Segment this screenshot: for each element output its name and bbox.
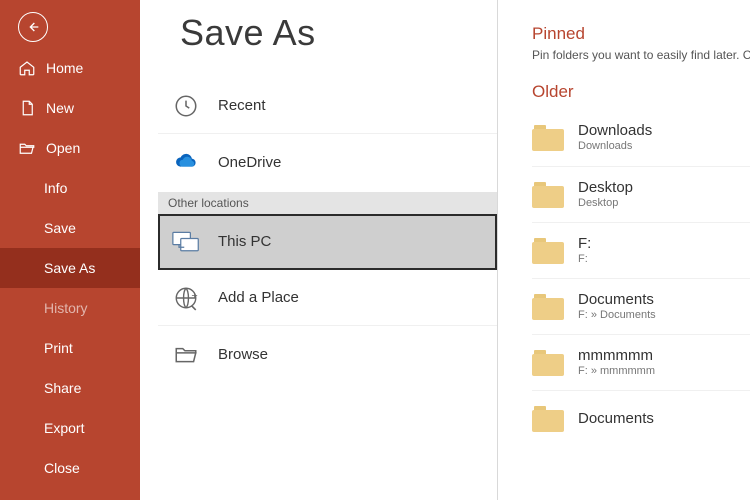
globe-icon: + [172, 284, 200, 312]
sidebar-item-close[interactable]: Close [0, 448, 140, 488]
folder-row[interactable]: mmmmmmF: » mmmmmm [532, 334, 750, 390]
folder-pane: Pinned Pin folders you want to easily fi… [498, 0, 750, 500]
folder-row[interactable]: DesktopDesktop [532, 166, 750, 222]
folder-row[interactable]: DownloadsDownloads [532, 110, 750, 166]
clock-icon [172, 92, 200, 120]
location-label: Browse [218, 346, 268, 363]
other-locations-label: Other locations [158, 192, 497, 214]
folder-row[interactable]: F:F: [532, 222, 750, 278]
location-recent[interactable]: Recent [158, 78, 497, 134]
sidebar-item-label: New [46, 100, 74, 116]
folder-name: Documents [578, 291, 656, 309]
location-addplace[interactable]: + Add a Place [158, 270, 497, 326]
this-pc-icon [172, 228, 200, 256]
folder-path: Desktop [578, 197, 633, 210]
sidebar-item-label: Save [44, 220, 76, 236]
page-title: Save As [140, 0, 497, 78]
folder-row[interactable]: DocumentsF: » Documents [532, 278, 750, 334]
location-label: Recent [218, 97, 266, 114]
folder-path: F: » Documents [578, 309, 656, 322]
location-label: OneDrive [218, 154, 281, 171]
document-icon [18, 99, 36, 117]
sidebar-item-home[interactable]: Home [0, 48, 140, 88]
arrow-left-icon [24, 18, 42, 36]
pinned-heading: Pinned [532, 24, 750, 44]
folder-icon [532, 406, 564, 432]
onedrive-icon [172, 148, 200, 176]
location-thispc[interactable]: This PC [158, 214, 497, 270]
browse-icon [172, 340, 200, 368]
sidebar-item-history[interactable]: History [0, 288, 140, 328]
svg-text:+: + [191, 290, 197, 302]
folder-name: Desktop [578, 179, 633, 197]
sidebar-item-label: Export [44, 420, 84, 436]
folder-icon [532, 125, 564, 151]
sidebar-item-label: Close [44, 460, 80, 476]
sidebar-item-open[interactable]: Open [0, 128, 140, 168]
sidebar-item-saveas[interactable]: Save As [0, 248, 140, 288]
folder-open-icon [18, 139, 36, 157]
folder-name: Documents [578, 410, 654, 428]
folder-name: Downloads [578, 122, 652, 140]
home-icon [18, 59, 36, 77]
folder-name: F: [578, 235, 591, 253]
location-label: Add a Place [218, 289, 299, 306]
backstage-sidebar: Home New Open Info Save Save As History Print Sh… [0, 0, 140, 500]
location-browse[interactable]: Browse [158, 326, 497, 382]
sidebar-item-label: Info [44, 180, 67, 196]
location-label: This PC [218, 233, 271, 250]
back-button[interactable] [18, 12, 48, 42]
folder-icon [532, 350, 564, 376]
folder-icon [532, 294, 564, 320]
pinned-subtext: Pin folders you want to easily find late… [532, 48, 750, 62]
sidebar-item-label: Save As [44, 260, 95, 276]
folder-path: F: [578, 253, 591, 266]
sidebar-item-label: History [44, 300, 88, 316]
sidebar-item-save[interactable]: Save [0, 208, 140, 248]
sidebar-item-share[interactable]: Share [0, 368, 140, 408]
locations-pane: Save As Recent OneDrive Other locations T… [140, 0, 498, 500]
sidebar-item-new[interactable]: New [0, 88, 140, 128]
sidebar-item-export[interactable]: Export [0, 408, 140, 448]
folder-icon [532, 238, 564, 264]
folder-name: mmmmmm [578, 347, 655, 365]
sidebar-item-label: Home [46, 60, 83, 76]
sidebar-item-label: Share [44, 380, 81, 396]
folder-icon [532, 182, 564, 208]
location-onedrive[interactable]: OneDrive [158, 134, 497, 190]
sidebar-item-label: Open [46, 140, 80, 156]
folder-path: Downloads [578, 140, 652, 153]
folder-path: F: » mmmmmm [578, 365, 655, 378]
older-heading: Older [532, 82, 750, 102]
sidebar-item-label: Print [44, 340, 73, 356]
folder-row[interactable]: Documents [532, 390, 750, 446]
sidebar-item-print[interactable]: Print [0, 328, 140, 368]
sidebar-item-info[interactable]: Info [0, 168, 140, 208]
